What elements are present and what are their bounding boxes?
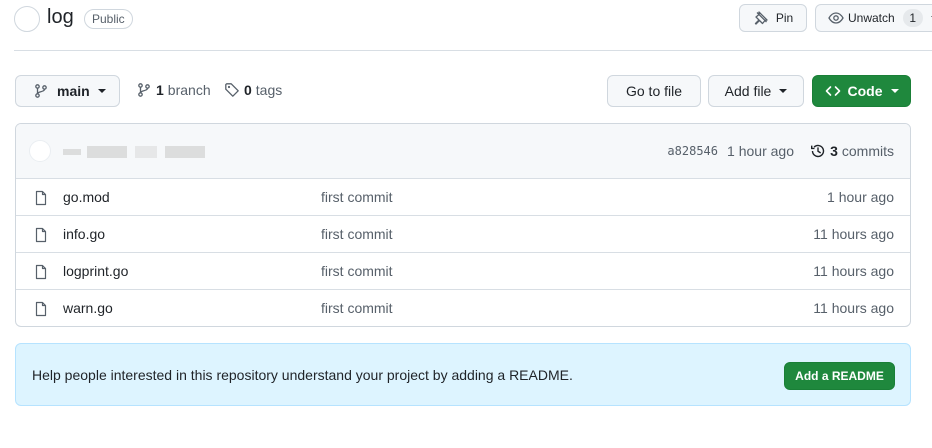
code-label: Code (847, 83, 883, 99)
tags-link[interactable]: 0 tags (224, 82, 282, 98)
branch-selector-button[interactable]: main (15, 75, 120, 107)
add-file-caret-icon (779, 89, 788, 93)
file-name-link[interactable]: info.go (63, 226, 105, 242)
branches-link[interactable]: 1 branch (136, 82, 211, 98)
file-commit-message-link[interactable]: first commit (321, 226, 393, 242)
git-branch-icon (33, 83, 49, 99)
commit-count: 3 (830, 143, 838, 159)
tag-count: 0 (244, 82, 252, 98)
commit-sha[interactable]: a828546 (667, 144, 718, 158)
repo-name[interactable]: log (47, 6, 74, 29)
code-button[interactable]: Code (812, 75, 911, 107)
pin-button[interactable]: Pin (739, 4, 807, 32)
visibility-badge: Public (84, 9, 133, 29)
code-caret-icon (890, 89, 899, 93)
code-icon (825, 83, 841, 99)
branch-count: 1 (156, 82, 164, 98)
file-name-link[interactable]: go.mod (63, 189, 110, 205)
table-row: logprint.go first commit 11 hours ago (16, 252, 910, 289)
tag-word: tags (255, 82, 283, 98)
table-row: go.mod first commit 1 hour ago (16, 178, 910, 215)
commit-word: commits (841, 143, 894, 159)
add-file-button[interactable]: Add file (708, 75, 804, 107)
readme-banner-text: Help people interested in this repositor… (32, 367, 573, 383)
commit-author-redacted (63, 146, 208, 160)
file-age: 11 hours ago (813, 226, 894, 242)
readme-banner: Help people interested in this repositor… (15, 343, 911, 406)
pin-label: Pin (775, 11, 794, 25)
repo-avatar (14, 6, 40, 32)
file-age: 11 hours ago (813, 263, 894, 279)
file-age: 1 hour ago (827, 189, 894, 205)
git-branch-icon (136, 82, 152, 98)
branch-word: branch (167, 82, 211, 98)
latest-commit-bar: a828546 1 hour ago 3 commits (16, 124, 910, 178)
file-icon (33, 301, 49, 320)
unwatch-label: Unwatch (848, 11, 895, 25)
go-to-file-button[interactable]: Go to file (607, 75, 701, 107)
file-commit-message-link[interactable]: first commit (321, 300, 393, 316)
header-divider (14, 50, 932, 51)
add-file-label: Add file (724, 83, 772, 99)
pin-icon (753, 10, 769, 26)
eye-icon (828, 10, 844, 26)
table-row: warn.go first commit 11 hours ago (16, 289, 910, 326)
commits-link[interactable]: 3 commits (810, 143, 894, 159)
branch-caret-icon (97, 89, 106, 93)
tag-icon (224, 82, 240, 98)
file-table: a828546 1 hour ago 3 commits go.mod firs… (15, 123, 911, 327)
file-name-link[interactable]: logprint.go (63, 263, 128, 279)
branch-name: main (57, 83, 90, 99)
committer-avatar (29, 140, 51, 162)
file-icon (33, 264, 49, 283)
unwatch-button[interactable]: Unwatch 1 (815, 4, 932, 32)
file-commit-message-link[interactable]: first commit (321, 263, 393, 279)
table-row: info.go first commit 11 hours ago (16, 215, 910, 252)
history-icon (810, 143, 826, 159)
file-age: 11 hours ago (813, 300, 894, 316)
file-name-link[interactable]: warn.go (63, 300, 113, 316)
file-commit-message-link[interactable]: first commit (321, 189, 393, 205)
commit-time: 1 hour ago (727, 143, 794, 159)
file-icon (33, 227, 49, 246)
file-icon (33, 190, 49, 209)
watch-count: 1 (902, 9, 923, 27)
add-readme-button[interactable]: Add a README (784, 362, 895, 390)
